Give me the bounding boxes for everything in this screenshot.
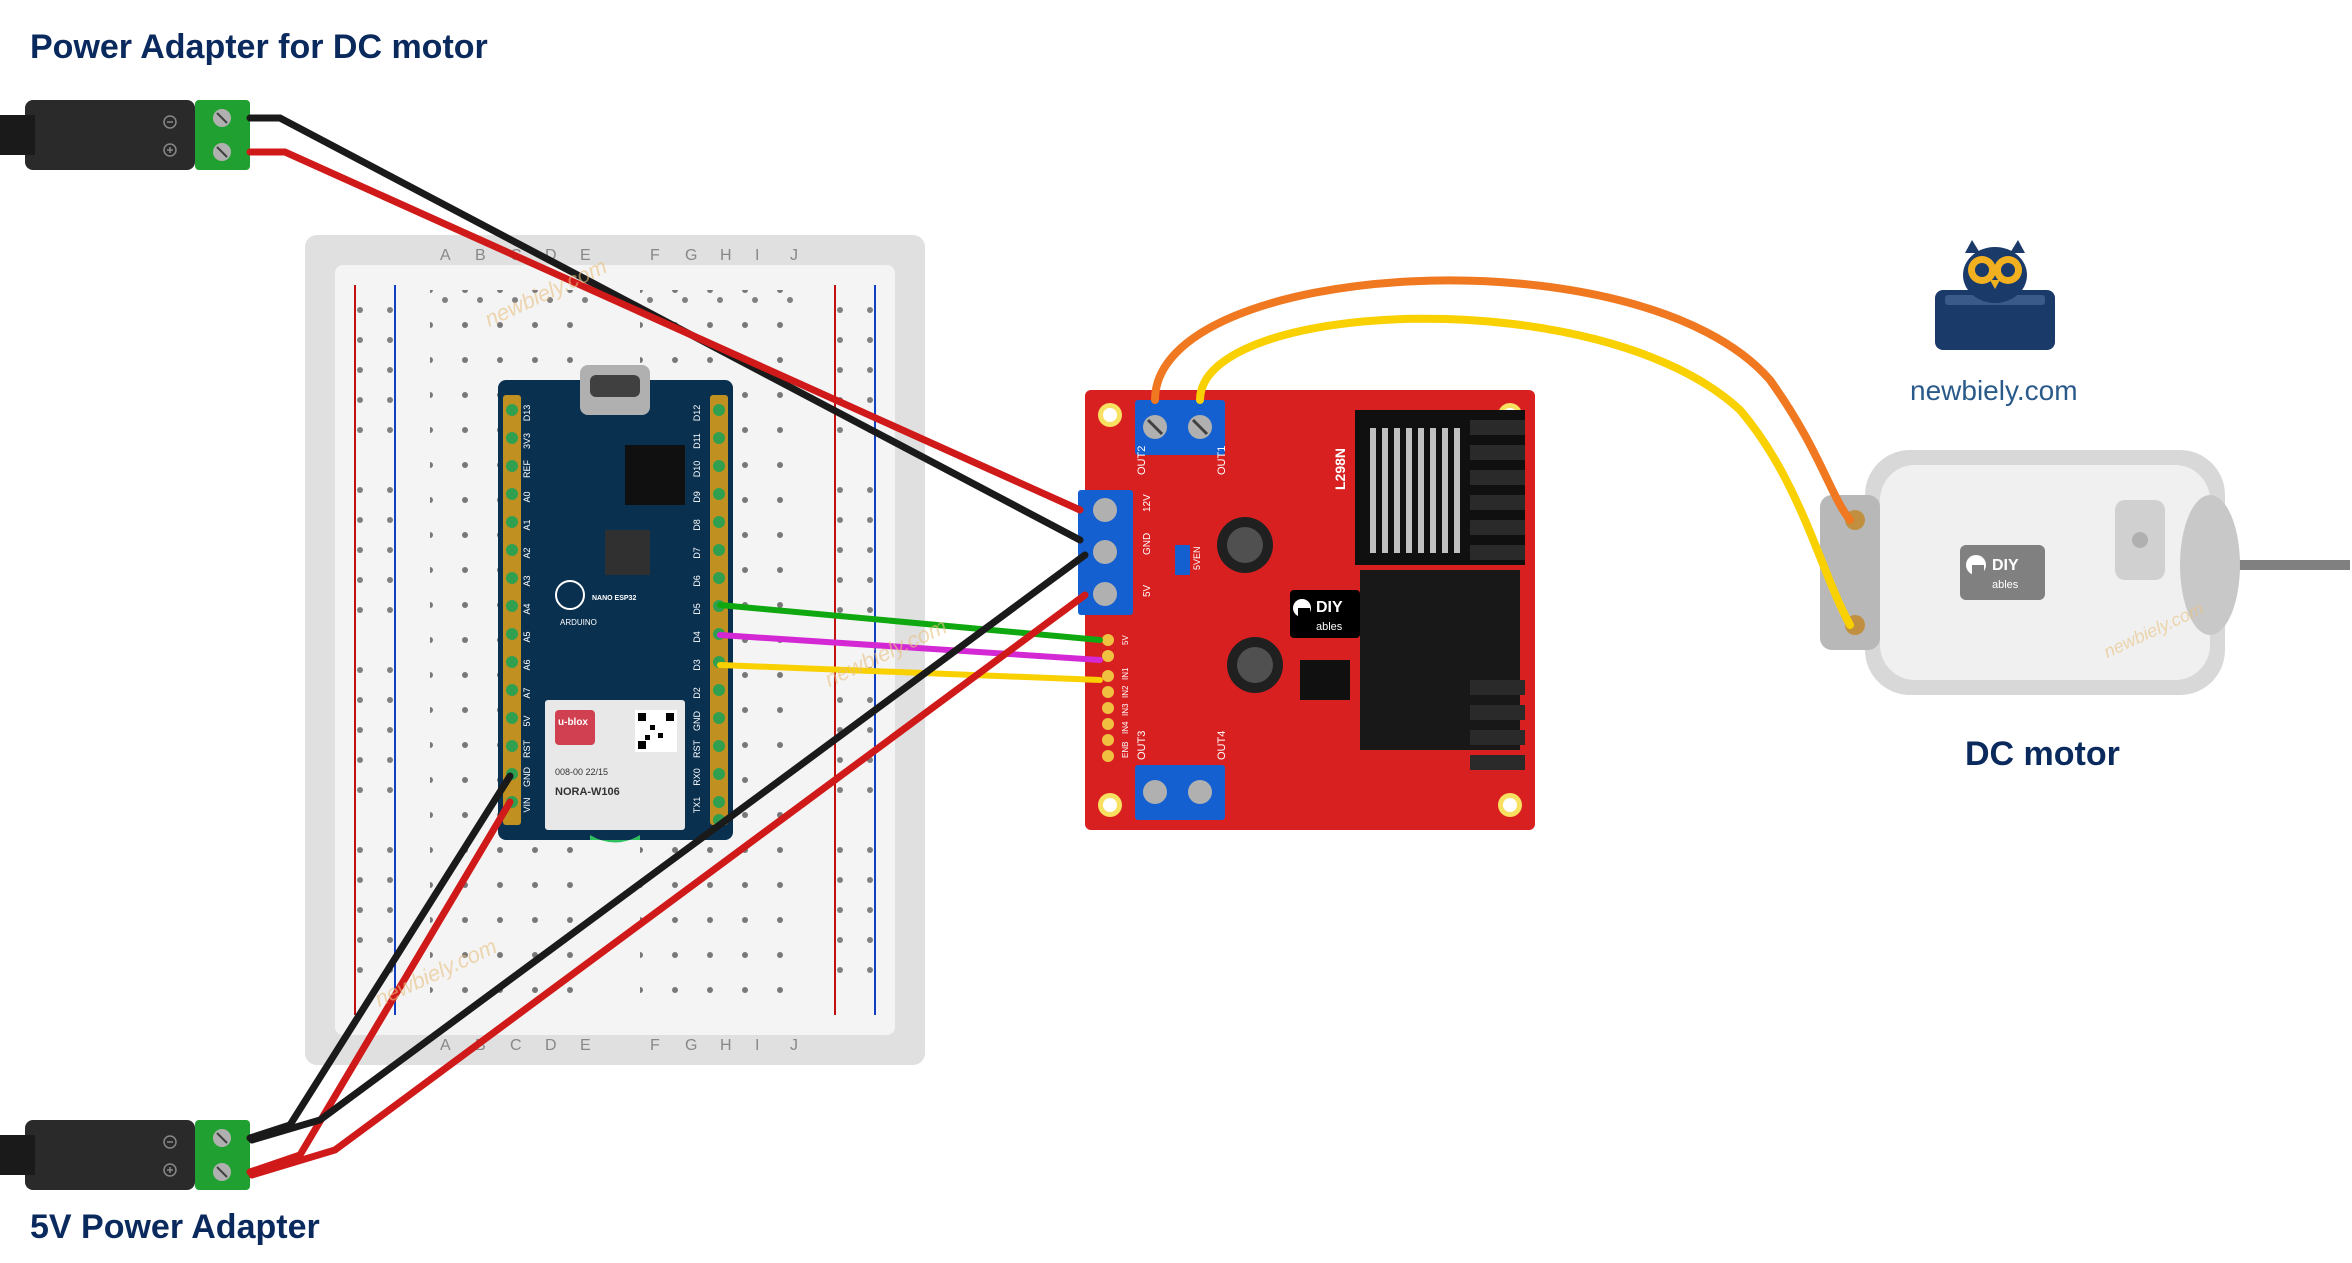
svg-text:D9: D9 <box>692 491 702 503</box>
svg-text:REF: REF <box>522 459 532 478</box>
svg-text:OUT4: OUT4 <box>1216 731 1228 760</box>
svg-text:D2: D2 <box>692 687 702 699</box>
svg-text:C: C <box>510 1037 522 1054</box>
svg-text:TX1: TX1 <box>692 797 702 814</box>
svg-text:A: A <box>440 1037 451 1054</box>
svg-text:NORA-W106: NORA-W106 <box>555 786 620 798</box>
svg-text:VIN: VIN <box>522 797 532 812</box>
svg-text:DIY: DIY <box>1992 557 2019 574</box>
svg-text:A: A <box>440 247 451 264</box>
svg-text:OUT2: OUT2 <box>1136 446 1148 475</box>
label-power-adapter-dc: Power Adapter for DC motor <box>30 28 488 67</box>
svg-text:OUT1: OUT1 <box>1216 446 1228 475</box>
svg-text:5V: 5V <box>1121 635 1130 645</box>
svg-text:IN3: IN3 <box>1121 703 1130 716</box>
svg-text:E: E <box>580 1037 591 1054</box>
svg-text:G: G <box>685 1037 697 1054</box>
svg-text:B: B <box>475 247 486 264</box>
svg-text:D7: D7 <box>692 547 702 559</box>
terminal-out3-out4 <box>1135 765 1225 820</box>
svg-text:IN4: IN4 <box>1121 721 1130 734</box>
svg-text:DIY: DIY <box>1316 599 1343 616</box>
svg-text:008-00 22/15: 008-00 22/15 <box>555 767 608 777</box>
svg-text:D11: D11 <box>692 433 702 449</box>
svg-text:L298N: L298N <box>1332 448 1348 490</box>
svg-text:D8: D8 <box>692 519 702 531</box>
svg-text:F: F <box>650 247 660 264</box>
svg-text:D13: D13 <box>522 405 532 422</box>
svg-text:A3: A3 <box>522 575 532 586</box>
terminal-out1-out2 <box>1135 400 1225 455</box>
svg-text:RST: RST <box>522 739 532 758</box>
svg-text:D12: D12 <box>692 405 702 422</box>
svg-text:GND: GND <box>1142 533 1153 555</box>
svg-text:J: J <box>790 247 798 264</box>
l298n-motor-driver: L298N DIY ables <box>1078 390 1535 830</box>
svg-text:ENB: ENB <box>1121 742 1130 758</box>
svg-text:NANO ESP32: NANO ESP32 <box>592 595 636 602</box>
svg-text:A7: A7 <box>522 687 532 698</box>
svg-text:J: J <box>790 1037 798 1054</box>
svg-text:D3: D3 <box>692 659 702 671</box>
newbiely-brand-url: newbiely.com <box>1910 375 2078 407</box>
svg-text:5V: 5V <box>522 715 532 726</box>
svg-text:D: D <box>545 1037 557 1054</box>
svg-text:u-blox: u-blox <box>558 717 588 728</box>
svg-text:OUT3: OUT3 <box>1136 731 1148 760</box>
svg-text:F: F <box>650 1037 660 1054</box>
svg-text:A2: A2 <box>522 547 532 558</box>
svg-text:D10: D10 <box>692 461 702 478</box>
svg-text:ARDUINO: ARDUINO <box>560 618 597 627</box>
power-adapter-dc-jack <box>0 100 250 170</box>
power-adapter-5v-jack <box>0 1120 250 1190</box>
svg-text:IN1: IN1 <box>1121 667 1130 680</box>
svg-text:ables: ables <box>1992 579 2019 591</box>
svg-text:3V3: 3V3 <box>522 433 532 449</box>
svg-text:I: I <box>755 247 759 264</box>
svg-text:H: H <box>720 247 732 264</box>
svg-text:12V: 12V <box>1142 494 1153 512</box>
svg-text:H: H <box>720 1037 732 1054</box>
arduino-nano-esp32: D13 3V3 REF A0 A1 A2 A3 A4 A5 A6 A7 5V R… <box>498 365 733 843</box>
newbiely-owl-logo <box>1935 240 2055 350</box>
svg-text:G: G <box>685 247 697 264</box>
svg-text:A5: A5 <box>522 631 532 642</box>
label-dc-motor: DC motor <box>1965 735 2120 774</box>
svg-text:A4: A4 <box>522 603 532 614</box>
svg-text:A1: A1 <box>522 519 532 530</box>
wiring-diagram: A B C D E F G H I J A B C D E F G H I J <box>0 0 2352 1263</box>
svg-text:5V: 5V <box>1142 584 1153 597</box>
svg-text:RST: RST <box>692 739 702 758</box>
svg-text:I: I <box>755 1037 759 1054</box>
svg-text:GND: GND <box>522 767 532 788</box>
svg-text:RX0: RX0 <box>692 768 702 786</box>
svg-text:IN2: IN2 <box>1121 685 1130 698</box>
svg-text:GND: GND <box>692 711 702 732</box>
label-power-adapter-5v: 5V Power Adapter <box>30 1208 320 1247</box>
svg-text:A6: A6 <box>522 659 532 670</box>
svg-text:5VEN: 5VEN <box>1192 546 1202 570</box>
dc-motor: DIY ables <box>1820 450 2350 695</box>
svg-text:D5: D5 <box>692 603 702 615</box>
svg-text:A0: A0 <box>522 491 532 502</box>
svg-text:D6: D6 <box>692 575 702 587</box>
svg-text:D4: D4 <box>692 631 702 643</box>
svg-text:ables: ables <box>1316 621 1343 633</box>
